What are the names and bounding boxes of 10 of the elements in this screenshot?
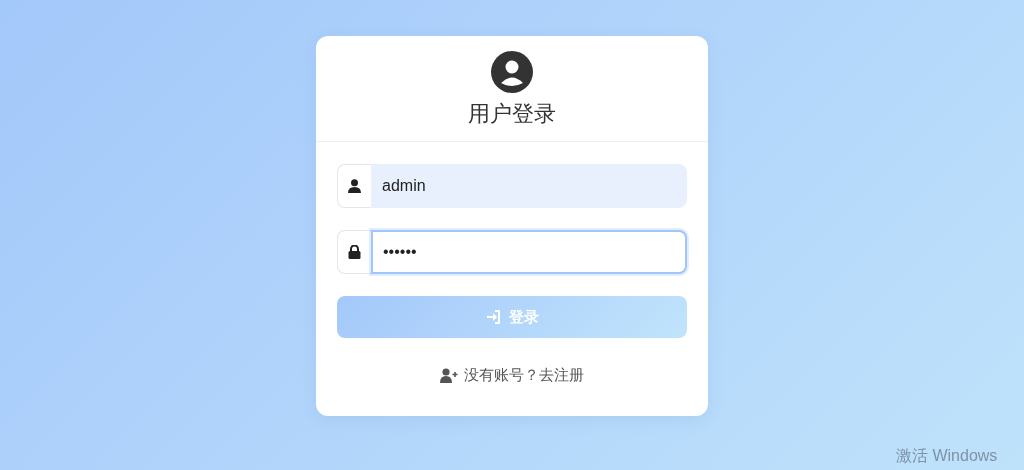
password-field[interactable]: •••••• — [371, 230, 687, 275]
user-avatar-icon — [491, 51, 533, 93]
register-link[interactable]: 没有账号？去注册 — [440, 364, 584, 387]
user-icon — [348, 179, 361, 194]
lock-icon — [348, 245, 361, 260]
user-plus-icon — [440, 368, 460, 384]
sign-in-icon — [485, 310, 501, 325]
login-title: 用户登录 — [467, 101, 557, 128]
activation-watermark: 激活 Windows — [896, 446, 998, 466]
username-field[interactable]: admin — [371, 164, 687, 209]
